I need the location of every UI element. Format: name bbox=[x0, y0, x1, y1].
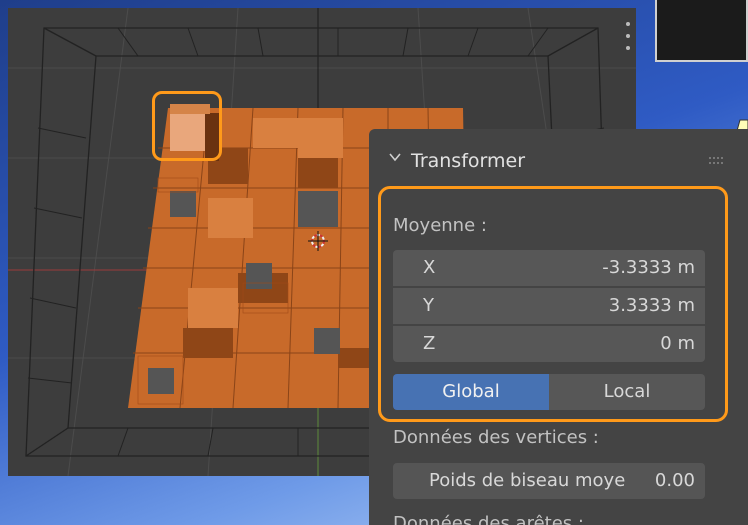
bevel-weight-label: Poids de biseau moye bbox=[429, 470, 626, 491]
drag-grip-icon[interactable] bbox=[709, 157, 729, 165]
vertex-data-label: Données des vertices : bbox=[393, 427, 599, 448]
selection-highlight-cube bbox=[152, 91, 222, 161]
bevel-weight-value: 0.00 bbox=[654, 470, 695, 491]
overlay-dark-box bbox=[655, 0, 748, 62]
chevron-down-icon[interactable] bbox=[389, 151, 401, 163]
viewport-options-icon[interactable] bbox=[624, 18, 632, 58]
selection-highlight-fields bbox=[378, 186, 728, 422]
bevel-weight-field[interactable]: Poids de biseau moye 0.00 bbox=[393, 463, 705, 499]
panel-title: Transformer bbox=[411, 150, 526, 172]
edge-data-label: Données des arêtes : bbox=[393, 513, 584, 525]
